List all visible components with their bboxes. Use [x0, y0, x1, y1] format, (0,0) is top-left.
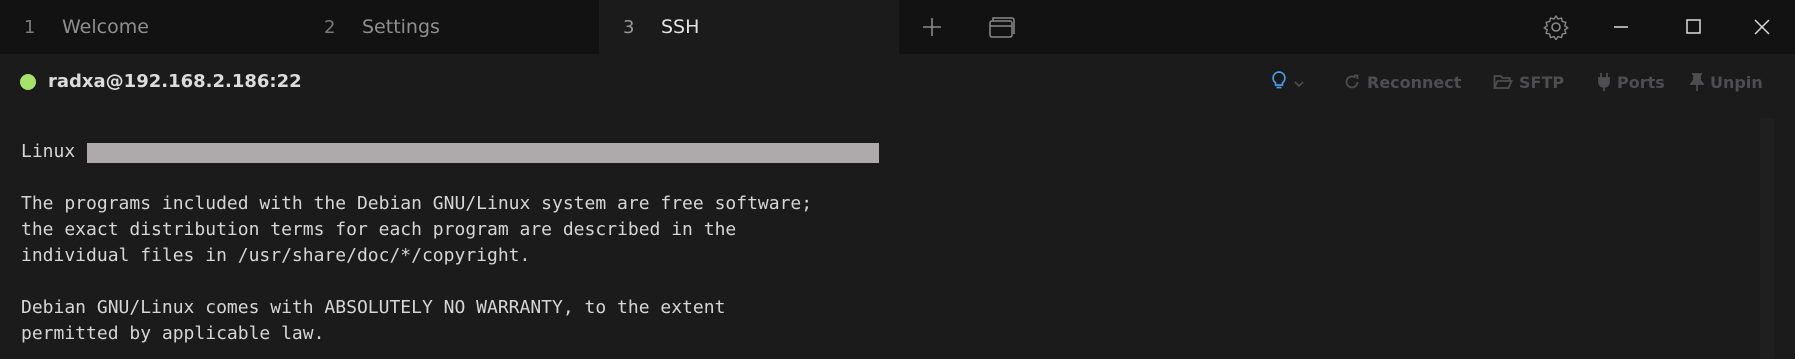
maximize-icon[interactable]: [1680, 13, 1708, 41]
gear-icon[interactable]: [1542, 13, 1570, 41]
tab-title: Welcome: [62, 16, 149, 38]
hint-button[interactable]: [1270, 71, 1310, 93]
tab-settings[interactable]: 2 Settings: [300, 0, 600, 54]
tab-welcome[interactable]: 1 Welcome: [0, 0, 300, 54]
terminal-line: Debian GNU/Linux comes with ABSOLUTELY N…: [21, 297, 726, 318]
pin-icon: [1690, 73, 1704, 91]
tab-ssh[interactable]: 3 SSH: [599, 0, 899, 54]
minimize-icon[interactable]: [1607, 13, 1635, 41]
terminal-line: the exact distribution terms for each pr…: [21, 219, 737, 240]
tab-number: 2: [324, 16, 336, 38]
terminal-output[interactable]: Linux The programs included with the Deb…: [0, 114, 1760, 359]
tab-title: SSH: [661, 16, 700, 38]
reconnect-button[interactable]: Reconnect: [1343, 71, 1461, 93]
terminal-line: The programs included with the Debian GN…: [21, 193, 813, 214]
plus-icon[interactable]: [918, 13, 946, 41]
lightbulb-icon: [1270, 70, 1294, 94]
unpin-button[interactable]: Unpin: [1690, 71, 1763, 93]
sftp-label: SFTP: [1519, 72, 1565, 92]
terminal-line: Linux: [21, 141, 76, 162]
ports-label: Ports: [1617, 72, 1665, 92]
connection-host: radxa@192.168.2.186:22: [48, 71, 302, 92]
refresh-icon: [1345, 74, 1359, 89]
reconnect-label: Reconnect: [1367, 72, 1462, 92]
terminal-line: individual files in /usr/share/doc/*/cop…: [21, 245, 531, 266]
tab-title: Settings: [362, 16, 440, 38]
chevron-down-icon: [1294, 73, 1310, 92]
ports-button[interactable]: Ports: [1597, 71, 1665, 93]
tab-number: 1: [24, 16, 36, 38]
plug-icon: [1598, 73, 1610, 91]
terminal-line: permitted by applicable law.: [21, 323, 325, 344]
folder-open-icon: [1493, 75, 1513, 89]
connection-header: radxa@192.168.2.186:22 Reconnect SFTP Po…: [0, 54, 1795, 114]
unpin-label: Unpin: [1710, 72, 1763, 92]
terminal-scrollbar[interactable]: [1760, 118, 1774, 359]
redacted-text: [87, 143, 879, 163]
tab-bar: 1 Welcome 2 Settings 3 SSH: [0, 0, 1795, 54]
close-icon[interactable]: [1748, 13, 1776, 41]
sftp-button[interactable]: SFTP: [1493, 71, 1564, 93]
connection-status-dot: [20, 74, 36, 90]
tabs-icon[interactable]: [987, 13, 1015, 41]
tab-number: 3: [623, 16, 635, 38]
